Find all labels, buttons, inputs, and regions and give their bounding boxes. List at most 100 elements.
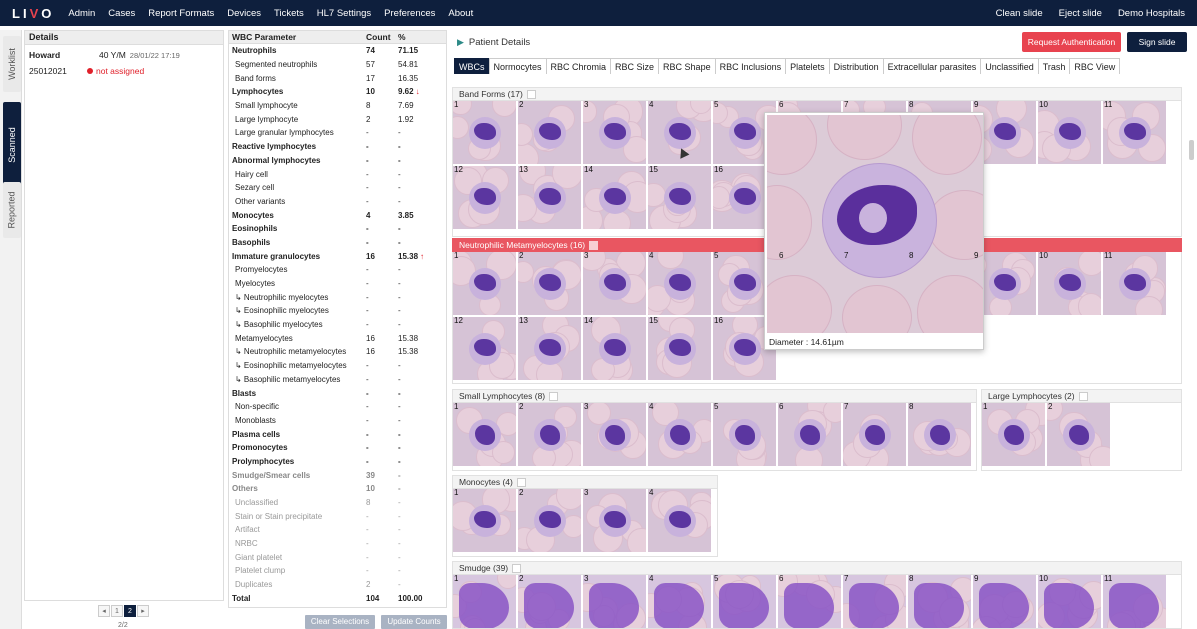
cell-thumbnail[interactable]: 11 [1103, 575, 1166, 628]
cell-thumbnail[interactable]: 7 [843, 575, 906, 628]
table-row[interactable]: Neutrophils 74 71.15 [229, 44, 446, 58]
scrollbar[interactable] [1189, 140, 1194, 160]
cell-thumbnail[interactable]: 6 [778, 575, 841, 628]
cell-thumbnail[interactable]: 2 [518, 403, 581, 466]
cell-thumbnail[interactable]: 3 [583, 252, 646, 315]
cell-thumbnail[interactable]: 10 [1038, 575, 1101, 628]
page-1-button[interactable]: 1 [111, 605, 123, 617]
table-row[interactable]: Artifact - - [229, 523, 446, 537]
table-row[interactable]: Immature granulocytes 16 15.38 ↑ [229, 249, 446, 263]
table-row[interactable]: Duplicates 2 - [229, 578, 446, 592]
select-all-checkbox[interactable] [526, 89, 536, 99]
tab-rbc-size[interactable]: RBC Size [610, 58, 660, 74]
cell-thumbnail[interactable]: 2 [518, 252, 581, 315]
table-row[interactable]: Monocytes 4 3.85 [229, 208, 446, 222]
tab-trash[interactable]: Trash [1037, 58, 1071, 74]
cell-thumbnail[interactable]: 12 [453, 317, 516, 380]
tab-rbc-chromia[interactable]: RBC Chromia [545, 58, 612, 74]
cell-thumbnail[interactable]: 12 [453, 166, 516, 229]
table-row[interactable]: Basophils - - [229, 236, 446, 250]
cell-thumbnail[interactable]: 15 [648, 166, 711, 229]
select-all-checkbox[interactable] [549, 391, 559, 401]
cell-thumbnail[interactable]: 5 [713, 403, 776, 466]
table-row[interactable]: Stain or Stain precipitate - - [229, 509, 446, 523]
table-row[interactable]: Total 104 100.00 [229, 592, 446, 606]
table-row[interactable]: Large granular lymphocytes - - [229, 126, 446, 140]
app-logo[interactable]: LI V O [0, 6, 68, 21]
cell-thumbnail[interactable]: 4 [648, 489, 711, 552]
table-row[interactable]: Myelocytes - - [229, 277, 446, 291]
cell-thumbnail[interactable]: 9 [973, 575, 1036, 628]
table-row[interactable]: Prolymphocytes - - [229, 455, 446, 469]
table-row[interactable]: Abnormal lymphocytes - - [229, 154, 446, 168]
cell-thumbnail[interactable]: 1 [982, 403, 1045, 466]
cell-thumbnail[interactable]: 3 [583, 403, 646, 466]
table-row[interactable]: Metamyelocytes 16 15.38 [229, 331, 446, 345]
cell-thumbnail[interactable]: 4 [648, 403, 711, 466]
table-row[interactable]: ↳ Basophilic metamyelocytes - - [229, 373, 446, 387]
cell-thumbnail[interactable]: 13 [518, 166, 581, 229]
clear-selections-button[interactable]: Clear Selections [305, 615, 375, 629]
cell-thumbnail[interactable]: 1 [453, 489, 516, 552]
cell-thumbnail[interactable]: 14 [583, 166, 646, 229]
cell-thumbnail[interactable]: 3 [583, 489, 646, 552]
tab-unclassified[interactable]: Unclassified [980, 58, 1039, 74]
sidebar-tab-reported[interactable]: Reported [3, 182, 21, 238]
tab-rbc-view[interactable]: RBC View [1069, 58, 1121, 74]
table-row[interactable]: Segmented neutrophils 57 54.81 [229, 58, 446, 72]
table-row[interactable]: Promyelocytes - - [229, 263, 446, 277]
nav-item-about[interactable]: About [448, 8, 473, 19]
table-row[interactable]: ↳ Neutrophilic metamyelocytes 16 15.38 [229, 345, 446, 359]
table-row[interactable]: Blasts - - [229, 386, 446, 400]
nav-action-clean-slide[interactable]: Clean slide [996, 8, 1043, 19]
table-row[interactable]: ↳ Eosinophilic metamyelocytes - - [229, 359, 446, 373]
cell-thumbnail[interactable]: 4 [648, 252, 711, 315]
table-row[interactable]: Monoblasts - - [229, 414, 446, 428]
nav-item-cases[interactable]: Cases [108, 8, 135, 19]
tab-rbc-inclusions[interactable]: RBC Inclusions [714, 58, 787, 74]
tab-extracellular-parasites[interactable]: Extracellular parasites [882, 58, 982, 74]
cell-thumbnail[interactable]: 1 [453, 252, 516, 315]
cell-thumbnail[interactable]: 2 [518, 101, 581, 164]
table-row[interactable]: Smudge/Smear cells 39 - [229, 468, 446, 482]
table-row[interactable]: Hairy cell - - [229, 167, 446, 181]
prev-page-icon[interactable]: ◂ [98, 605, 110, 617]
cell-thumbnail[interactable]: 4 [648, 575, 711, 628]
sidebar-tab-worklist[interactable]: Worklist [3, 36, 21, 92]
nav-item-preferences[interactable]: Preferences [384, 8, 435, 19]
table-row[interactable]: NRBC - - [229, 537, 446, 551]
table-row[interactable]: Band forms 17 16.35 [229, 71, 446, 85]
select-all-checkbox[interactable] [516, 477, 526, 487]
tab-distribution[interactable]: Distribution [828, 58, 884, 74]
table-row[interactable]: Promonocytes - - [229, 441, 446, 455]
cell-thumbnail[interactable]: 6 [778, 403, 841, 466]
cell-thumbnail[interactable]: 10 [1038, 252, 1101, 315]
nav-action-demo-hospitals[interactable]: Demo Hospitals [1118, 8, 1185, 19]
cell-thumbnail[interactable]: 14 [583, 317, 646, 380]
table-row[interactable]: Small lymphocyte 8 7.69 [229, 99, 446, 113]
table-row[interactable]: Others 10 - [229, 482, 446, 496]
table-row[interactable]: Lymphocytes 10 9.62 ↓ [229, 85, 446, 99]
cell-thumbnail[interactable]: 2 [518, 489, 581, 552]
section-smudge[interactable]: Smudge (39) [452, 561, 1182, 575]
cell-thumbnail[interactable]: 11 [1103, 101, 1166, 164]
table-row[interactable]: ↳ Neutrophilic myelocytes - - [229, 290, 446, 304]
tab-platelets[interactable]: Platelets [785, 58, 830, 74]
table-row[interactable]: ↳ Eosinophilic myelocytes - - [229, 304, 446, 318]
table-row[interactable]: Plasma cells - - [229, 427, 446, 441]
expand-triangle-icon[interactable]: ▶ [457, 37, 464, 48]
select-all-checkbox[interactable] [512, 563, 522, 573]
cell-thumbnail[interactable]: 2 [1047, 403, 1110, 466]
case-row[interactable]: Howard 40 Y/M 28/01/22 17:19 [25, 47, 223, 63]
page-2-button[interactable]: 2 [124, 605, 136, 617]
sign-slide-button[interactable]: Sign slide [1127, 32, 1187, 52]
cell-thumbnail[interactable]: 1 [453, 101, 516, 164]
nav-item-report-formats[interactable]: Report Formats [148, 8, 214, 19]
cell-thumbnail[interactable]: 3 [583, 101, 646, 164]
nav-item-devices[interactable]: Devices [227, 8, 261, 19]
table-row[interactable]: Sezary cell - - [229, 181, 446, 195]
section-monocytes[interactable]: Monocytes (4) [452, 475, 718, 489]
table-row[interactable]: Giant platelet - - [229, 550, 446, 564]
section-band-forms[interactable]: Band Forms (17) [452, 87, 1182, 101]
cell-thumbnail[interactable]: 1 [453, 575, 516, 628]
